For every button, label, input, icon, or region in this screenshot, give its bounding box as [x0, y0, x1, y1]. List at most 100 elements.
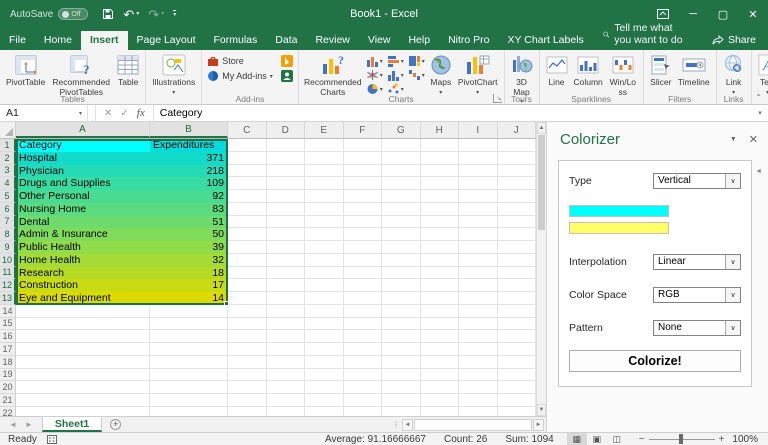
- cell-E19[interactable]: [305, 368, 344, 382]
- horizontal-scroll-track[interactable]: [414, 418, 532, 431]
- row-header-20[interactable]: 20: [0, 381, 16, 394]
- vertical-scrollbar[interactable]: ▲ ▼: [536, 122, 546, 416]
- cell-H18[interactable]: [420, 355, 459, 369]
- cell-J1[interactable]: [497, 139, 536, 152]
- column-header-A[interactable]: A: [16, 122, 150, 138]
- cell-F20[interactable]: [343, 381, 382, 394]
- column-header-F[interactable]: F: [343, 122, 382, 138]
- insert-waterfall-chart-button[interactable]: ▾: [408, 69, 425, 81]
- column-header-I[interactable]: I: [459, 122, 498, 138]
- cell-E7[interactable]: [305, 215, 344, 229]
- cell-J12[interactable]: [497, 279, 536, 292]
- colorize-button[interactable]: Colorize!: [569, 350, 741, 372]
- expand-formula-bar-icon[interactable]: ▾: [752, 105, 768, 121]
- cell-A6[interactable]: Nursing Home: [16, 202, 150, 216]
- cell-G4[interactable]: [382, 177, 421, 190]
- cell-F16[interactable]: [343, 330, 382, 343]
- save-button[interactable]: [102, 8, 114, 20]
- cell-C14[interactable]: [228, 304, 267, 318]
- tell-me-search[interactable]: Tell me what you want to do: [593, 19, 700, 50]
- cell-H7[interactable]: [420, 215, 459, 229]
- cell-H20[interactable]: [420, 381, 459, 394]
- cell-J10[interactable]: [497, 253, 536, 267]
- cell-A19[interactable]: [16, 368, 150, 382]
- cell-A5[interactable]: Other Personal: [16, 190, 150, 203]
- cell-I20[interactable]: [459, 381, 498, 394]
- macro-record-icon[interactable]: [46, 434, 57, 444]
- illustrations-button[interactable]: Illustrations ▾: [149, 52, 198, 99]
- cell-H21[interactable]: [420, 394, 459, 407]
- cell-E12[interactable]: [305, 279, 344, 292]
- row-header-11[interactable]: 11: [0, 266, 16, 280]
- cell-D9[interactable]: [266, 241, 305, 254]
- cell-E22[interactable]: [305, 406, 344, 416]
- cell-A17[interactable]: [16, 343, 150, 356]
- cell-E3[interactable]: [305, 164, 344, 178]
- cell-G22[interactable]: [382, 406, 421, 416]
- cell-I5[interactable]: [459, 190, 498, 203]
- cell-J9[interactable]: [497, 241, 536, 254]
- cell-D12[interactable]: [266, 279, 305, 292]
- cell-B20[interactable]: [150, 381, 228, 394]
- cell-C7[interactable]: [228, 215, 267, 229]
- row-header-1[interactable]: 1: [0, 139, 16, 152]
- cell-I22[interactable]: [459, 406, 498, 416]
- row-header-5[interactable]: 5: [0, 190, 16, 203]
- cell-F4[interactable]: [343, 177, 382, 190]
- cell-C5[interactable]: [228, 190, 267, 203]
- cell-B4[interactable]: 109: [150, 177, 228, 190]
- cell-B5[interactable]: 92: [150, 190, 228, 203]
- page-layout-view-icon[interactable]: ▣: [587, 433, 607, 445]
- cell-B18[interactable]: [150, 355, 228, 369]
- cell-D11[interactable]: [266, 266, 305, 280]
- row-header-13[interactable]: 13: [0, 292, 16, 305]
- cell-F2[interactable]: [343, 151, 382, 165]
- cell-B3[interactable]: 218: [150, 164, 228, 178]
- cell-G2[interactable]: [382, 151, 421, 165]
- column-header-H[interactable]: H: [420, 122, 459, 138]
- row-header-12[interactable]: 12: [0, 279, 16, 292]
- cell-F19[interactable]: [343, 368, 382, 382]
- cell-C12[interactable]: [228, 279, 267, 292]
- cell-I15[interactable]: [459, 317, 498, 331]
- collapse-ribbon-icon[interactable]: ⌃: [755, 93, 762, 102]
- link-button[interactable]: Link ▾: [720, 52, 748, 99]
- cell-F12[interactable]: [343, 279, 382, 292]
- pattern-select[interactable]: None ∨: [653, 320, 741, 336]
- row-header-9[interactable]: 9: [0, 241, 16, 254]
- cell-C6[interactable]: [228, 202, 267, 216]
- maximize-button[interactable]: ▢: [708, 0, 738, 28]
- redo-button[interactable]: ↷ ▾: [148, 8, 164, 21]
- charts-dialog-launcher-icon[interactable]: [492, 94, 502, 103]
- cell-I7[interactable]: [459, 215, 498, 229]
- cell-H3[interactable]: [420, 164, 459, 178]
- cell-I18[interactable]: [459, 355, 498, 369]
- cell-A20[interactable]: [16, 381, 150, 394]
- cell-A14[interactable]: [16, 304, 150, 318]
- ribbon-tab-home[interactable]: Home: [35, 31, 81, 50]
- cell-H1[interactable]: [420, 139, 459, 152]
- zoom-in-icon[interactable]: +: [719, 434, 725, 445]
- cell-H14[interactable]: [420, 304, 459, 318]
- cell-G21[interactable]: [382, 394, 421, 407]
- ribbon-tab-file[interactable]: File: [0, 31, 35, 50]
- cell-E11[interactable]: [305, 266, 344, 280]
- cell-A12[interactable]: Construction: [16, 279, 150, 292]
- cell-G12[interactable]: [382, 279, 421, 292]
- cell-C1[interactable]: [228, 139, 267, 152]
- cell-F3[interactable]: [343, 164, 382, 178]
- cell-J21[interactable]: [497, 394, 536, 407]
- cell-G18[interactable]: [382, 355, 421, 369]
- cell-G14[interactable]: [382, 304, 421, 318]
- cell-I8[interactable]: [459, 228, 498, 241]
- insert-radar-chart-button[interactable]: ▾: [366, 69, 383, 81]
- cell-H17[interactable]: [420, 343, 459, 356]
- new-sheet-button[interactable]: +: [102, 417, 129, 432]
- cell-J18[interactable]: [497, 355, 536, 369]
- cell-C16[interactable]: [228, 330, 267, 343]
- tab-split-handle[interactable]: ⋮: [392, 420, 401, 429]
- cell-C22[interactable]: [228, 406, 267, 416]
- row-header-19[interactable]: 19: [0, 368, 16, 382]
- cell-J19[interactable]: [497, 368, 536, 382]
- cell-F15[interactable]: [343, 317, 382, 331]
